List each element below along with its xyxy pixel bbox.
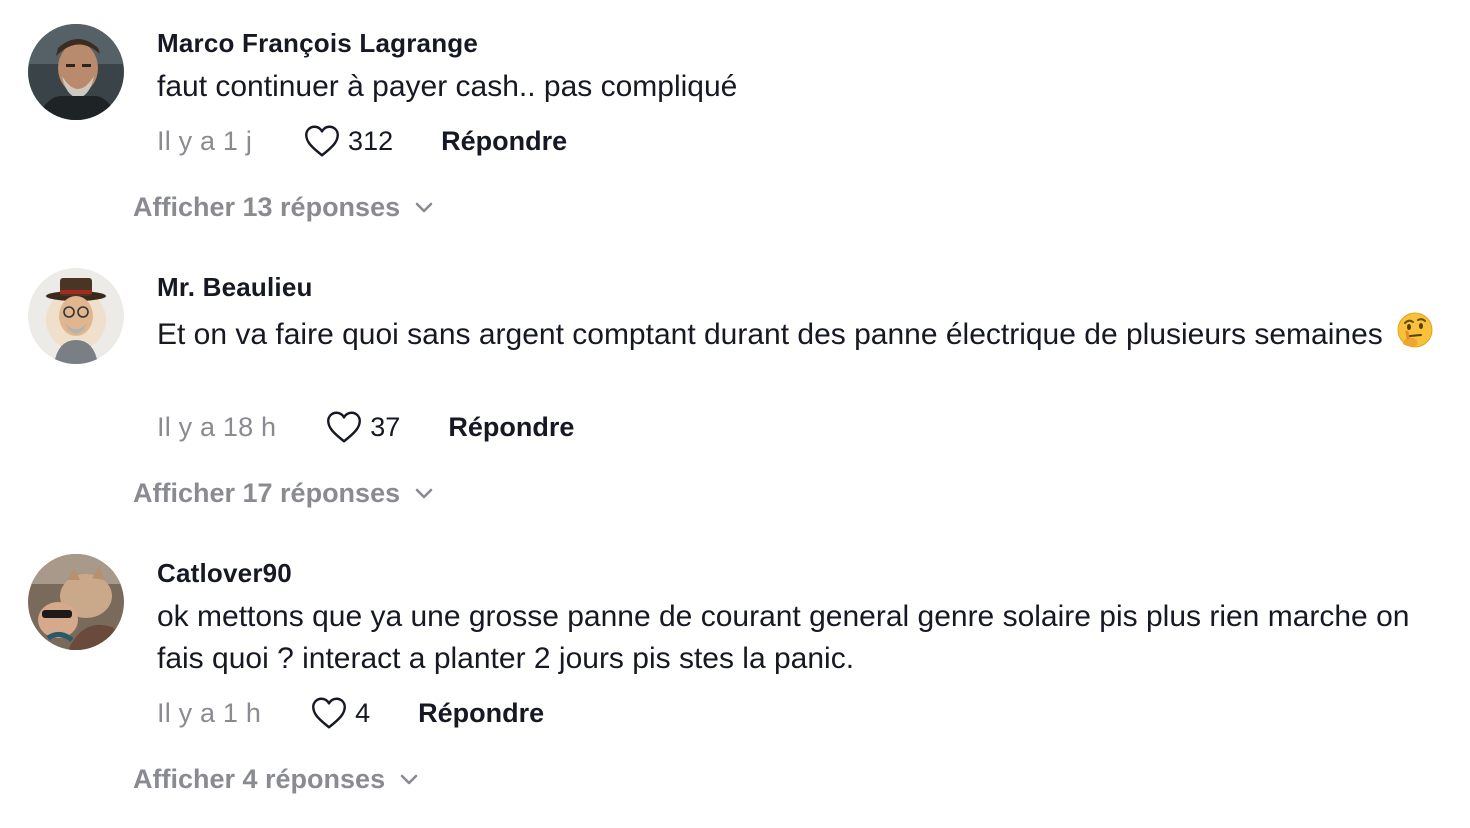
view-replies-button[interactable]: Afficher 13 réponses: [133, 192, 434, 223]
person-with-cat-avatar-icon: [28, 554, 124, 650]
chevron-down-icon: [400, 774, 418, 784]
man-with-hat-avatar-icon: [28, 268, 124, 364]
chevron-down-icon: [415, 202, 433, 212]
comment-username[interactable]: Marco François Lagrange: [157, 28, 478, 59]
comment-actions: Il y a 1 j 312 Répondre: [157, 121, 567, 161]
thinking-face-emoji-icon: [1395, 310, 1435, 362]
view-replies-label: Afficher 4 réponses: [133, 764, 386, 794]
heart-icon: [305, 125, 339, 157]
comment-actions: Il y a 1 h 4 Répondre: [157, 693, 544, 733]
avatar[interactable]: [28, 268, 124, 364]
view-replies-label: Afficher 17 réponses: [133, 478, 401, 508]
reply-button[interactable]: Répondre: [418, 698, 544, 729]
view-replies-button[interactable]: Afficher 4 réponses: [133, 764, 419, 795]
avatar[interactable]: [28, 554, 124, 650]
view-replies-label: Afficher 13 réponses: [133, 192, 401, 222]
comment-text-body: Et on va faire quoi sans argent comptant…: [157, 318, 1383, 351]
like-button[interactable]: 4: [311, 696, 370, 730]
like-count: 37: [370, 411, 401, 442]
view-replies-button[interactable]: Afficher 17 réponses: [133, 478, 434, 509]
like-count: 312: [348, 125, 394, 156]
avatar[interactable]: [28, 24, 124, 120]
reply-button[interactable]: Répondre: [448, 412, 574, 443]
comment-timestamp: Il y a 1 h: [157, 697, 262, 728]
heart-icon: [327, 411, 362, 443]
comment-actions: Il y a 18 h 37 Répondre: [157, 407, 574, 447]
comment-username[interactable]: Mr. Beaulieu: [157, 272, 313, 303]
comment-username[interactable]: Catlover90: [157, 558, 292, 589]
like-button[interactable]: 37: [326, 410, 400, 444]
like-count: 4: [355, 697, 371, 728]
like-button[interactable]: 312: [304, 124, 393, 158]
comment-text: Et on va faire quoi sans argent comptant…: [157, 310, 1437, 362]
comment-text: ok mettons que ya une grosse panne de co…: [157, 600, 1410, 675]
heart-icon: [312, 697, 347, 729]
comment-timestamp: Il y a 1 j: [157, 125, 253, 156]
bearded-man-avatar-icon: [28, 24, 124, 120]
comment-text: faut continuer à payer cash.. pas compli…: [157, 70, 738, 103]
reply-button[interactable]: Répondre: [441, 126, 567, 157]
comment-timestamp: Il y a 18 h: [157, 411, 277, 442]
chevron-down-icon: [415, 488, 433, 498]
